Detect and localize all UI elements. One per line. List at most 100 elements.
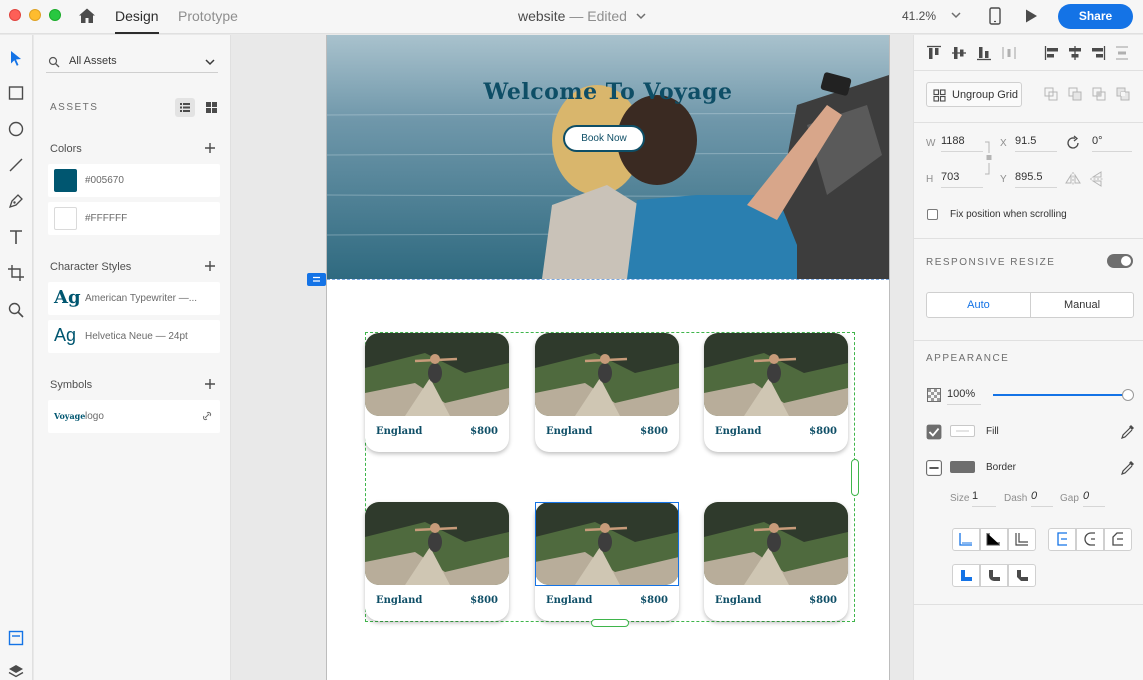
character-style-row[interactable]: Ag American Typewriter —... — [48, 282, 220, 315]
cap-butt-button[interactable] — [952, 564, 980, 587]
artboard-handle[interactable] — [307, 273, 326, 286]
grid-column-handle[interactable] — [851, 459, 859, 496]
boolean-subtract-icon[interactable] — [1067, 86, 1083, 102]
asset-filter-select[interactable]: All Assets — [46, 51, 218, 73]
y-field[interactable]: 895.5 — [1015, 171, 1057, 188]
rotate-icon[interactable] — [1065, 135, 1081, 151]
join-miter-button[interactable] — [1048, 528, 1076, 551]
boolean-add-icon[interactable] — [1043, 86, 1059, 102]
join-bevel-button[interactable] — [1104, 528, 1132, 551]
fix-position-checkbox[interactable] — [927, 209, 938, 220]
stroke-inner-button[interactable] — [952, 528, 980, 551]
layers-panel-icon[interactable] — [7, 663, 25, 680]
x-field[interactable]: 91.5 — [1015, 135, 1057, 152]
assets-panel-icon[interactable] — [7, 629, 25, 647]
line-tool-icon[interactable] — [7, 156, 25, 174]
border-size-field[interactable]: 1 — [972, 490, 996, 507]
artboard-tool-icon[interactable] — [7, 264, 25, 282]
fill-checkbox-icon[interactable] — [926, 424, 942, 440]
fill-swatch[interactable] — [950, 425, 975, 437]
align-center-icon[interactable] — [1067, 45, 1083, 61]
height-field[interactable]: 703 — [941, 171, 983, 188]
opacity-slider-knob[interactable] — [1122, 389, 1134, 401]
ellipse-tool-icon[interactable] — [7, 120, 25, 138]
zoom-window-button[interactable] — [49, 9, 61, 21]
rotation-field[interactable]: 0° — [1092, 135, 1132, 152]
flip-vertical-icon[interactable] — [1089, 171, 1105, 187]
hero-boundary — [327, 279, 889, 280]
resize-manual-option[interactable]: Manual — [1031, 293, 1133, 317]
pen-tool-icon[interactable] — [7, 192, 25, 210]
minimize-window-button[interactable] — [29, 9, 41, 21]
artboard[interactable]: Welcome To Voyage Book Now England $800 … — [326, 35, 890, 680]
zoom-level[interactable]: 41.2% — [902, 9, 936, 23]
border-checkbox-icon[interactable] — [926, 460, 942, 476]
align-left-icon[interactable] — [1044, 45, 1060, 61]
resize-auto-option[interactable]: Auto — [927, 293, 1031, 317]
stroke-center-button[interactable] — [1008, 528, 1036, 551]
join-round-button[interactable] — [1076, 528, 1104, 551]
opacity-field[interactable]: 100% — [947, 388, 981, 405]
card-destination: England — [376, 595, 423, 606]
close-window-button[interactable] — [9, 9, 21, 21]
destination-card[interactable]: England $800 — [704, 502, 848, 621]
text-tool-icon[interactable] — [7, 228, 25, 246]
book-now-button[interactable]: Book Now — [563, 125, 645, 152]
list-view-button[interactable] — [175, 98, 195, 117]
destination-card[interactable]: England $800 — [365, 502, 509, 621]
border-gap-field[interactable]: 0 — [1083, 490, 1105, 507]
border-swatch[interactable] — [950, 461, 975, 473]
select-tool-icon[interactable] — [7, 49, 25, 67]
add-color-icon[interactable] — [204, 142, 216, 154]
lock-aspect-icon[interactable] — [984, 141, 992, 175]
document-title[interactable]: website — Edited — [518, 8, 647, 24]
hero-image[interactable]: Welcome To Voyage Book Now — [327, 35, 889, 279]
home-icon[interactable] — [78, 7, 96, 25]
stroke-outer-button[interactable] — [980, 528, 1008, 551]
card-destination: England — [715, 595, 762, 606]
share-button[interactable]: Share — [1058, 4, 1133, 29]
cap-round-button[interactable] — [980, 564, 1008, 587]
design-canvas[interactable]: Welcome To Voyage Book Now England $800 … — [232, 35, 912, 680]
destination-card[interactable]: England $800 — [704, 333, 848, 452]
color-asset-row[interactable]: #005670 — [48, 164, 220, 197]
align-bottom-icon[interactable] — [976, 45, 992, 61]
grid-row-handle[interactable] — [591, 619, 629, 627]
card-destination: England — [546, 426, 593, 437]
hero-title[interactable]: Welcome To Voyage — [327, 79, 889, 105]
tab-prototype[interactable]: Prototype — [178, 8, 238, 34]
symbol-row[interactable]: Voyage logo — [48, 400, 220, 433]
responsive-resize-toggle[interactable] — [1107, 254, 1133, 268]
eyedropper-icon[interactable] — [1120, 423, 1136, 439]
distribute-horizontal-icon[interactable] — [1001, 45, 1017, 61]
destination-card[interactable]: England $800 — [535, 502, 679, 621]
add-character-style-icon[interactable] — [204, 260, 216, 272]
zoom-chevron-icon[interactable] — [950, 9, 962, 21]
color-swatch — [54, 207, 77, 230]
border-dash-field[interactable]: 0 — [1031, 490, 1053, 507]
opacity-slider-track[interactable] — [993, 394, 1128, 396]
ungroup-grid-button[interactable]: Ungroup Grid — [926, 82, 1022, 107]
flip-horizontal-icon[interactable] — [1065, 171, 1081, 187]
zoom-tool-icon[interactable] — [7, 301, 25, 319]
boolean-intersect-icon[interactable] — [1091, 86, 1107, 102]
width-field[interactable]: 1188 — [941, 135, 983, 152]
add-symbol-icon[interactable] — [204, 378, 216, 390]
eyedropper-icon[interactable] — [1120, 459, 1136, 475]
cap-square-button[interactable] — [1008, 564, 1036, 587]
rectangle-tool-icon[interactable] — [7, 84, 25, 102]
link-icon[interactable] — [202, 411, 212, 421]
color-asset-row[interactable]: #FFFFFF — [48, 202, 220, 235]
destination-card[interactable]: England $800 — [365, 333, 509, 452]
align-middle-icon[interactable] — [951, 45, 967, 61]
align-top-icon[interactable] — [926, 45, 942, 61]
distribute-vertical-icon[interactable] — [1114, 45, 1130, 61]
destination-card[interactable]: England $800 — [535, 333, 679, 452]
tab-design[interactable]: Design — [115, 8, 159, 34]
grid-view-button[interactable] — [202, 98, 221, 117]
character-style-row[interactable]: Ag Helvetica Neue — 24pt — [48, 320, 220, 353]
device-preview-icon[interactable] — [988, 7, 1002, 25]
play-icon[interactable] — [1023, 8, 1039, 24]
align-right-icon[interactable] — [1090, 45, 1106, 61]
boolean-exclude-icon[interactable] — [1115, 86, 1131, 102]
